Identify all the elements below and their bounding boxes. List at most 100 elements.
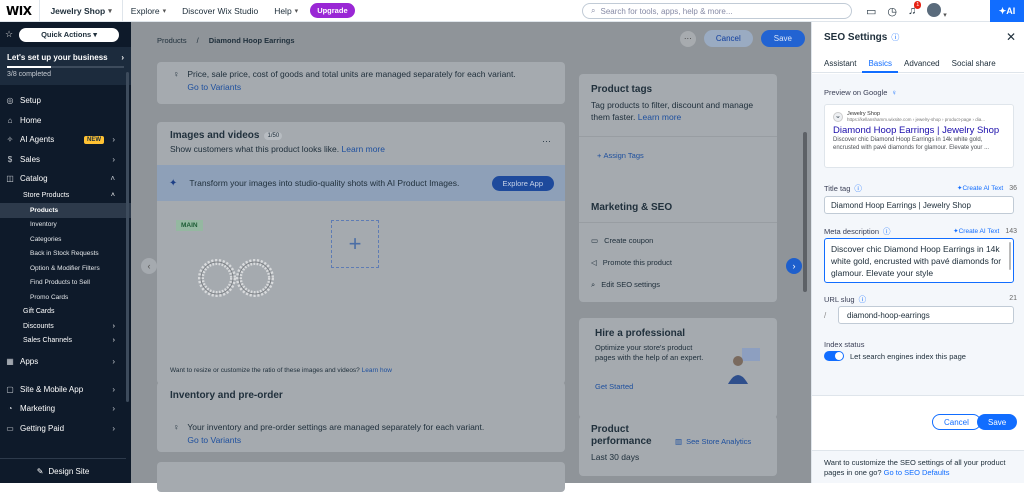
sidebar-sub-back-in-stock[interactable]: Back in Stock Requests xyxy=(0,247,131,262)
assign-tags-label: Assign Tags xyxy=(603,151,644,160)
sidebar-sub-sales-channels[interactable]: Sales Channels › xyxy=(0,334,131,349)
textarea-scrollbar[interactable] xyxy=(1009,242,1011,270)
help-menu[interactable]: Help ▾ xyxy=(266,6,306,16)
explore-app-button[interactable]: Explore App xyxy=(491,175,554,191)
sidebar-sub-promo-cards[interactable]: Promo Cards xyxy=(0,290,131,305)
design-site-label: Design Site xyxy=(48,466,90,476)
more-actions-icon[interactable]: ··· xyxy=(679,30,696,47)
add-media-button[interactable]: + xyxy=(331,220,379,268)
discover-link[interactable]: Discover Wix Studio xyxy=(174,6,266,16)
panel-save-button[interactable]: Save xyxy=(977,414,1018,430)
learn-more-link[interactable]: Learn more xyxy=(342,144,385,154)
sidebar-item-home[interactable]: ⌂ Home xyxy=(0,111,131,131)
sidebar-item-label: Apps xyxy=(20,357,39,367)
previous-product-button[interactable]: ‹ xyxy=(141,258,157,274)
next-product-button[interactable]: › xyxy=(786,258,802,274)
sidebar-sub-store-products[interactable]: Store Products ˄ xyxy=(0,189,131,204)
preview-url: https://kellanshamm.wixsite.com › jewelr… xyxy=(847,117,986,122)
sparkle-icon: ✦ xyxy=(998,5,1007,16)
sidebar-item-sales[interactable]: $ Sales › xyxy=(0,150,131,170)
more-icon[interactable]: ··· xyxy=(542,136,551,146)
chevron-down-icon: ▾ xyxy=(91,30,98,39)
create-ai-text-title-button[interactable]: ✦Create AI Text xyxy=(957,184,1003,192)
promote-product-item[interactable]: ◁ Promote this product xyxy=(591,258,672,267)
site-switcher[interactable]: Jewelry Shop ▾ xyxy=(40,6,121,16)
setup-progress-card[interactable]: Let's set up your business › 3/8 complete… xyxy=(0,47,131,85)
cancel-button[interactable]: Cancel xyxy=(703,30,753,47)
upgrade-button[interactable]: Upgrade xyxy=(310,3,355,18)
index-toggle[interactable] xyxy=(824,351,844,361)
title-tag-input[interactable]: Diamond Hoop Earrings | Jewelry Shop xyxy=(824,196,1014,214)
get-started-link[interactable]: Get Started xyxy=(595,382,633,391)
sidebar-item-setup[interactable]: ◎ Setup xyxy=(0,91,131,111)
info-icon[interactable]: ⓘ xyxy=(891,32,899,43)
design-site-button[interactable]: ✎ Design Site xyxy=(0,458,126,483)
close-icon[interactable]: ✕ xyxy=(1006,30,1016,44)
images-card: Images and videos 1/50 Show customers wha… xyxy=(157,122,565,384)
slug-label-row: URL slug ⓘ xyxy=(824,294,866,305)
sidebar-item-ai-agents[interactable]: ✧ AI Agents NEW › xyxy=(0,130,131,150)
sidebar-sub-products[interactable]: Products xyxy=(0,203,131,218)
ai-assistant-button[interactable]: ✦ AI xyxy=(990,0,1024,22)
sidebar-scrollbar[interactable] xyxy=(126,72,129,402)
notifications-icon[interactable]: ♫ 1 xyxy=(908,1,922,17)
sidebar-item-catalog[interactable]: ◫ Catalog ˄ xyxy=(0,169,131,189)
performance-period: Last 30 days xyxy=(591,452,640,462)
sidebar-sub-find-products[interactable]: Find Products to Sell xyxy=(0,276,131,291)
create-coupon-item[interactable]: ▭ Create coupon xyxy=(591,236,653,245)
create-ai-text-meta-button[interactable]: ✦Create AI Text xyxy=(953,227,999,235)
quick-actions-button[interactable]: Quick Actions ▾ xyxy=(19,27,120,42)
sidebar-sub-categories[interactable]: Categories xyxy=(0,232,131,247)
go-to-variants-link-2[interactable]: Go to Variants xyxy=(187,435,484,445)
search-input[interactable]: ⌕ Search for tools, apps, help & more... xyxy=(582,3,852,19)
explore-menu[interactable]: Explore ▾ xyxy=(123,6,174,16)
sidebar-sub-option-filters[interactable]: Option & Modifier Filters xyxy=(0,261,131,276)
learn-how-link[interactable]: Learn how xyxy=(362,367,392,374)
info-icon[interactable]: ⓘ xyxy=(883,226,891,237)
seo-defaults-link[interactable]: Go to SEO Defaults xyxy=(884,468,950,477)
edit-seo-item[interactable]: ⌕ Edit SEO settings xyxy=(591,280,660,290)
sidebar-item-apps[interactable]: ▦ Apps › xyxy=(0,352,131,372)
chat-icon[interactable]: ▭ xyxy=(866,5,876,18)
index-toggle-label: Let search engines index this page xyxy=(850,352,966,361)
wix-logo[interactable]: WIX xyxy=(0,4,39,18)
see-analytics-label: See Store Analytics xyxy=(686,437,752,446)
sidebar-item-label: Catalog xyxy=(20,174,48,184)
go-to-variants-link[interactable]: Go to Variants xyxy=(187,82,515,92)
sidebar-sub-inventory[interactable]: Inventory xyxy=(0,218,131,233)
save-button[interactable]: Save xyxy=(760,30,805,47)
breadcrumb-products[interactable]: Products xyxy=(157,36,187,45)
info-icon[interactable]: ⓘ xyxy=(859,294,867,305)
panel-cancel-button[interactable]: Cancel xyxy=(932,414,981,430)
preview-site-row: w Jewelry Shop https://kellanshamm.wixsit… xyxy=(833,111,1005,122)
panel-title: SEO Settings xyxy=(824,32,888,43)
tags-learn-more-link[interactable]: Learn more xyxy=(638,112,681,122)
user-menu[interactable]: ▾ xyxy=(927,2,947,20)
variants-note: Price, sale price, cost of goods and tot… xyxy=(187,69,516,79)
sidebar-item-marketing[interactable]: ◔ Marketing › xyxy=(0,399,131,419)
main-scrollbar[interactable] xyxy=(803,132,807,292)
help-icon[interactable]: ◷ xyxy=(887,5,897,18)
url-slug-input[interactable]: diamond-hoop-earrings xyxy=(838,306,1014,324)
meta-label-row: Meta description ⓘ xyxy=(824,226,891,237)
see-analytics-link[interactable]: ▥ See Store Analytics xyxy=(675,437,751,446)
top-icons: ▭ ◷ ♫ 1 ▾ xyxy=(866,0,947,22)
meta-description-textarea[interactable]: Discover chic Diamond Hoop Earrings in 1… xyxy=(824,238,1014,283)
create-coupon-label: Create coupon xyxy=(604,236,654,245)
assign-tags-button[interactable]: + Assign Tags xyxy=(597,151,644,160)
sidebar-sub-gift-cards[interactable]: Gift Cards xyxy=(0,305,131,320)
toggle-knob xyxy=(835,352,843,360)
tab-social-share[interactable]: Social share xyxy=(946,55,1002,73)
main-image-tile[interactable]: MAIN xyxy=(173,220,295,336)
tab-advanced[interactable]: Advanced xyxy=(898,55,946,73)
seo-settings-panel: SEO Settings ⓘ ✕ Assistant Basics Advance… xyxy=(811,22,1024,483)
sidebar-item-getting-paid[interactable]: ▭ Getting Paid › xyxy=(0,419,131,439)
tab-basics[interactable]: Basics xyxy=(862,55,899,73)
star-icon[interactable]: ☆ xyxy=(5,29,13,40)
sidebar-sub-discounts[interactable]: Discounts › xyxy=(0,319,131,334)
info-icon[interactable]: ⓘ xyxy=(854,183,862,194)
resize-note-row: Want to resize or customize the ratio of… xyxy=(170,367,392,374)
sidebar-item-site-mobile[interactable]: ▢ Site & Mobile App › xyxy=(0,380,131,400)
sidebar-sub-label: Store Products xyxy=(23,192,70,200)
tab-assistant[interactable]: Assistant xyxy=(818,55,862,73)
